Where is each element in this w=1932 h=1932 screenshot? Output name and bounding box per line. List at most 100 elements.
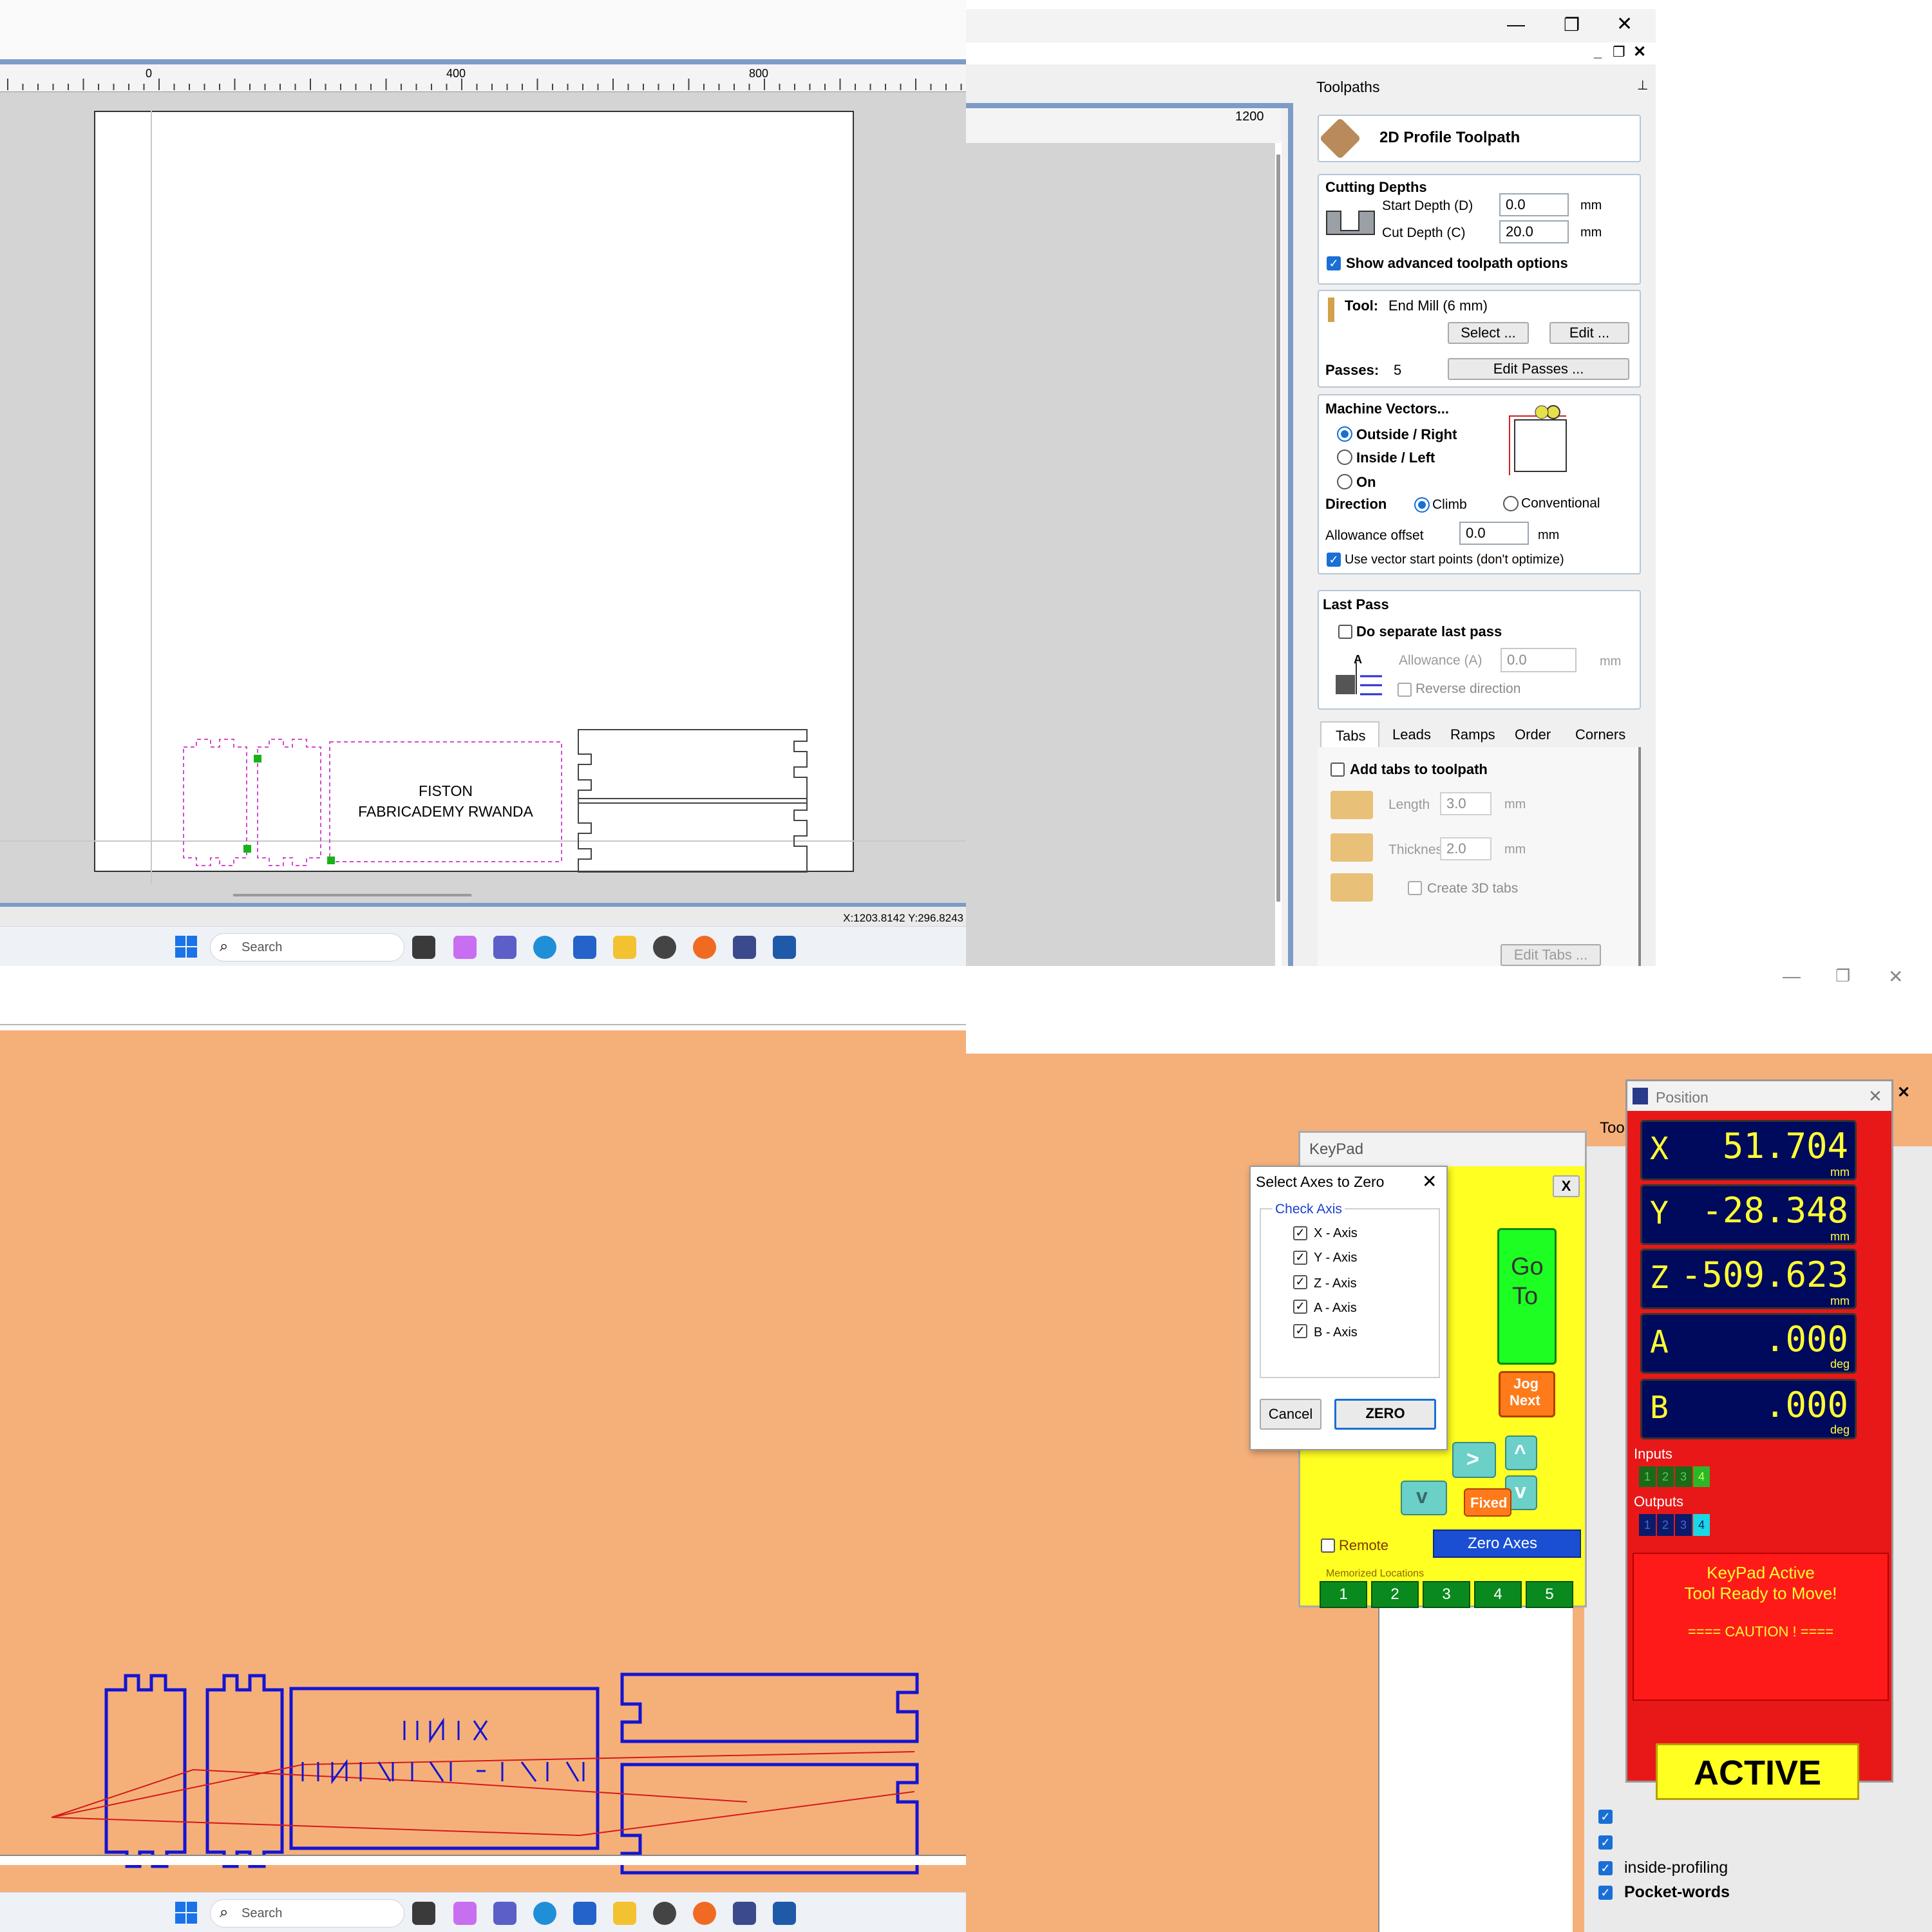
last-pass-allowance-input[interactable]: 0.0 <box>1501 648 1577 672</box>
task-view-icon[interactable] <box>412 936 435 959</box>
copilot-icon[interactable] <box>453 1902 477 1925</box>
tab-leads[interactable]: Leads <box>1392 726 1431 743</box>
vcarve-icon[interactable] <box>773 936 796 959</box>
memory-1-button[interactable]: 1 <box>1320 1581 1367 1608</box>
doc-minimize-icon[interactable]: _ <box>1594 44 1602 61</box>
file-explorer-icon[interactable] <box>613 1902 636 1925</box>
windows-start-icon[interactable] <box>175 936 197 958</box>
edit-tool-button[interactable]: Edit ... <box>1549 322 1629 344</box>
doc-close-icon[interactable]: ✕ <box>1633 43 1646 61</box>
cancel-button[interactable]: Cancel <box>1260 1399 1321 1430</box>
down-arrow-icon-2: v <box>1416 1484 1428 1508</box>
doc-restore-icon[interactable]: ❐ <box>1613 44 1625 61</box>
fixed-button[interactable]: Fixed <box>1464 1488 1511 1517</box>
on-radio[interactable] <box>1337 474 1352 489</box>
z-axis-checkbox[interactable]: ✓ <box>1293 1275 1307 1289</box>
select-tool-button[interactable]: Select ... <box>1448 322 1529 344</box>
bg-minimize-icon[interactable]: — <box>1783 966 1801 987</box>
close-icon[interactable]: ✕ <box>1616 13 1633 35</box>
position-close-icon[interactable]: ✕ <box>1868 1086 1882 1106</box>
jog-next-button[interactable]: Jog Next <box>1499 1371 1555 1417</box>
jog-up-button[interactable]: ^ <box>1505 1435 1537 1470</box>
horizontal-scrollbar[interactable] <box>233 894 471 896</box>
conventional-radio[interactable] <box>1503 496 1519 511</box>
dialog-close-icon[interactable]: ✕ <box>1422 1171 1437 1192</box>
search-icon: ⌕ <box>220 938 229 955</box>
toolpath-check-2[interactable]: ✓ <box>1598 1835 1613 1850</box>
vcarve-icon[interactable] <box>773 1902 796 1925</box>
zero-axes-button[interactable]: Zero Axes <box>1433 1530 1581 1558</box>
start-depth-input[interactable]: 0.0 <box>1499 193 1569 216</box>
memory-2-button[interactable]: 2 <box>1371 1581 1419 1608</box>
minimize-icon[interactable]: — <box>1507 14 1525 35</box>
passes-label: Passes: <box>1325 362 1379 378</box>
memory-4-button[interactable]: 4 <box>1474 1581 1522 1608</box>
task-view-icon[interactable] <box>412 1902 435 1925</box>
copilot-icon[interactable] <box>453 936 477 959</box>
active-label: ACTIVE <box>1693 1754 1822 1792</box>
reverse-direction-checkbox[interactable] <box>1397 683 1412 697</box>
advanced-options-checkbox[interactable]: ✓ <box>1327 256 1341 270</box>
store-icon[interactable] <box>573 936 596 959</box>
edge-icon[interactable] <box>533 1902 556 1925</box>
edge-icon[interactable] <box>533 936 556 959</box>
taskbar: ⌕ Search <box>0 926 966 966</box>
inside-left-radio[interactable] <box>1337 450 1352 465</box>
tab-corners[interactable]: Corners <box>1575 726 1625 743</box>
bg-doc-close-icon[interactable]: ✕ <box>1897 1083 1910 1102</box>
cnc-controller: — ❐ ✕ Too ✓ ✓ ✓ inside-profiling ✓ Pocke… <box>966 966 1932 1932</box>
climb-radio[interactable] <box>1414 497 1430 513</box>
teams-icon[interactable] <box>493 936 516 959</box>
outside-right-radio[interactable] <box>1337 426 1352 442</box>
settings-app-icon[interactable] <box>733 936 756 959</box>
memory-3-button[interactable]: 3 <box>1423 1581 1470 1608</box>
dell-icon[interactable] <box>653 936 676 959</box>
edit-tabs-button[interactable]: Edit Tabs ... <box>1501 944 1601 966</box>
dell-icon[interactable] <box>653 1902 676 1925</box>
a-axis-checkbox[interactable]: ✓ <box>1293 1300 1307 1314</box>
toolpath-check-3[interactable]: ✓ <box>1598 1861 1613 1875</box>
jog-y-minus-button[interactable]: v <box>1401 1481 1447 1515</box>
tab-length-input[interactable]: 3.0 <box>1440 792 1492 815</box>
goto-button[interactable]: Go To <box>1497 1228 1557 1365</box>
vertical-scrollbar[interactable] <box>1276 155 1280 902</box>
jog-right-button[interactable]: > <box>1452 1442 1496 1478</box>
create-3d-tabs-checkbox[interactable] <box>1408 881 1422 895</box>
tab-order[interactable]: Order <box>1515 726 1551 743</box>
allowance-offset-input[interactable]: 0.0 <box>1459 522 1529 545</box>
keypad-close-button[interactable]: X <box>1553 1175 1580 1197</box>
settings-app-icon[interactable] <box>733 1902 756 1925</box>
toolpath-item-inside-profiling[interactable]: inside-profiling <box>1624 1859 1728 1877</box>
taskbar-search-2[interactable]: ⌕ Search <box>210 1899 404 1927</box>
pin-icon[interactable]: ⊥ <box>1637 77 1648 93</box>
tab-thickness-input[interactable]: 2.0 <box>1440 837 1492 860</box>
teams-icon[interactable] <box>493 1902 516 1925</box>
y-axis-checkbox[interactable]: ✓ <box>1293 1251 1307 1265</box>
toolpath-item-pocket-words[interactable]: Pocket-words <box>1624 1883 1730 1902</box>
add-tabs-checkbox[interactable] <box>1331 762 1345 777</box>
vector-start-points-checkbox[interactable]: ✓ <box>1327 553 1341 567</box>
taskbar-search[interactable]: ⌕ Search <box>210 933 404 961</box>
bg-close-icon[interactable]: ✕ <box>1888 966 1903 987</box>
tab-ramps[interactable]: Ramps <box>1450 726 1495 743</box>
firefox-icon[interactable] <box>693 936 716 959</box>
restore-icon[interactable]: ❐ <box>1564 14 1580 35</box>
windows-start-icon-2[interactable] <box>175 1902 197 1924</box>
separate-last-pass-checkbox[interactable] <box>1338 625 1352 639</box>
memory-5-button[interactable]: 5 <box>1526 1581 1573 1608</box>
bg-restore-icon[interactable]: ❐ <box>1835 966 1850 986</box>
file-explorer-icon[interactable] <box>613 936 636 959</box>
toolpath-check-1[interactable]: ✓ <box>1598 1810 1613 1824</box>
x-axis-checkbox[interactable]: ✓ <box>1293 1226 1307 1240</box>
status-line-1: KeyPad Active <box>1707 1563 1815 1582</box>
firefox-icon[interactable] <box>693 1902 716 1925</box>
b-axis-checkbox[interactable]: ✓ <box>1293 1324 1307 1338</box>
toolpath-side-1 <box>104 1674 187 1868</box>
zero-button[interactable]: ZERO <box>1334 1399 1436 1430</box>
remote-checkbox[interactable] <box>1321 1539 1335 1553</box>
edit-passes-button[interactable]: Edit Passes ... <box>1448 358 1629 380</box>
tab-tabs[interactable]: Tabs <box>1320 721 1379 748</box>
cut-depth-input[interactable]: 20.0 <box>1499 220 1569 243</box>
toolpath-check-4[interactable]: ✓ <box>1598 1886 1613 1900</box>
store-icon[interactable] <box>573 1902 596 1925</box>
